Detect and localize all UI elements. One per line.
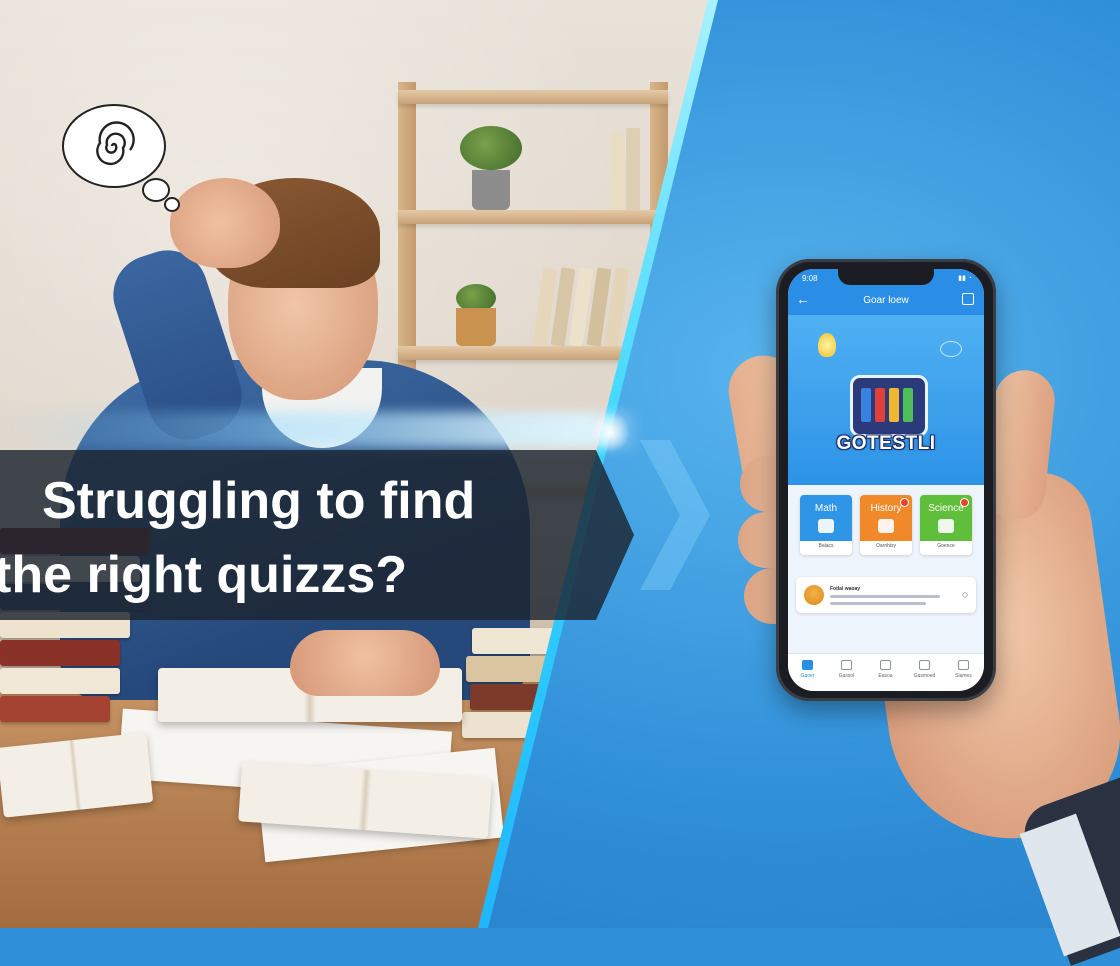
tab-label: Slames — [955, 673, 972, 679]
phone-screen: 9:08 ▮▮ ◔ ← Goar loew GOTESTLI Math Bala… — [788, 269, 984, 691]
science-icon — [938, 519, 954, 533]
category-title: Math — [814, 503, 838, 514]
logo-book-icon — [861, 388, 871, 422]
tab-profile[interactable]: Slames — [944, 660, 983, 679]
bottom-tab-bar: Gaoer Gassol Easoa Gasmoed Slames — [788, 653, 984, 691]
home-icon — [802, 660, 813, 670]
compass-icon — [880, 660, 891, 670]
category-subtitle: Oarnhisy — [875, 543, 896, 549]
avatar — [804, 585, 824, 605]
plant-pot — [456, 308, 496, 346]
math-icon — [818, 519, 834, 533]
logo-book-icon — [875, 388, 885, 422]
logo-book-icon — [903, 388, 913, 422]
tab-label: Gasmoed — [913, 673, 936, 679]
plant-pot — [472, 170, 510, 210]
header-title: Goar loew — [863, 295, 909, 306]
book — [626, 128, 640, 210]
spiral-icon — [96, 121, 135, 166]
tab-explore[interactable]: Easoa — [866, 660, 905, 679]
tab-home[interactable]: Gaoer — [788, 660, 827, 679]
history-icon — [878, 519, 894, 533]
quiz-card-title: Fotlal waoay — [830, 586, 861, 592]
diamond-icon: ◇ — [961, 590, 968, 599]
book — [610, 132, 624, 210]
tab-quizzes[interactable]: Gassol — [827, 660, 866, 679]
chat-bubble-icon — [940, 341, 962, 357]
app-header: 9:08 ▮▮ ◔ ← Goar loew — [788, 269, 984, 315]
lightbulb-icon — [818, 333, 836, 357]
logo-book-icon — [889, 388, 899, 422]
plant — [460, 126, 522, 170]
bookmark-icon[interactable] — [962, 293, 974, 305]
app-logo-text: GOTESTLI — [836, 433, 936, 454]
book-stack — [0, 668, 120, 694]
category-card-science[interactable]: Science Goence — [920, 495, 972, 555]
app-logo-icon — [850, 375, 928, 437]
shelf-board — [398, 90, 668, 104]
person-hand-on-head — [170, 178, 280, 268]
headline: Struggling to find the right quizzs? — [0, 464, 614, 612]
status-time: 9:08 — [802, 274, 818, 283]
category-header — [800, 495, 852, 541]
phone-notch — [838, 269, 934, 285]
thought-bubble-dot — [164, 197, 180, 212]
tab-label: Gaoer — [800, 673, 815, 679]
list-icon — [841, 660, 852, 670]
text-line — [830, 595, 940, 598]
person-hand-on-book — [290, 630, 440, 696]
headline-line-1: Struggling to find — [42, 472, 476, 530]
book-stack — [0, 696, 110, 722]
quiz-card[interactable]: Fotlal waoay ◇ — [796, 577, 976, 613]
text-line — [830, 602, 926, 605]
category-subtitle: Goence — [937, 543, 955, 549]
tab-games[interactable]: Gasmoed — [905, 660, 944, 679]
category-card-history[interactable]: History Oarnhisy — [860, 495, 912, 555]
category-title: History — [870, 503, 902, 514]
status-icons: ▮▮ ◔ — [958, 275, 972, 282]
category-title: Science — [928, 503, 964, 514]
tab-label: Easoa — [878, 673, 893, 679]
thought-bubble — [62, 104, 166, 188]
shelf-board — [398, 210, 668, 224]
light-flare — [590, 412, 630, 452]
book-stack — [0, 640, 120, 666]
app-hero: GOTESTLI — [788, 315, 984, 485]
category-row: Math Balacs History Oarnhisy Science Goe… — [796, 489, 976, 559]
light-streak — [0, 412, 640, 448]
gamepad-icon — [919, 660, 930, 670]
category-card-math[interactable]: Math Balacs — [800, 495, 852, 555]
headline-line-2: the right quizzs? — [0, 546, 408, 604]
tab-label: Gassol — [838, 673, 855, 679]
profile-icon — [958, 660, 969, 670]
category-subtitle: Balacs — [818, 543, 834, 549]
